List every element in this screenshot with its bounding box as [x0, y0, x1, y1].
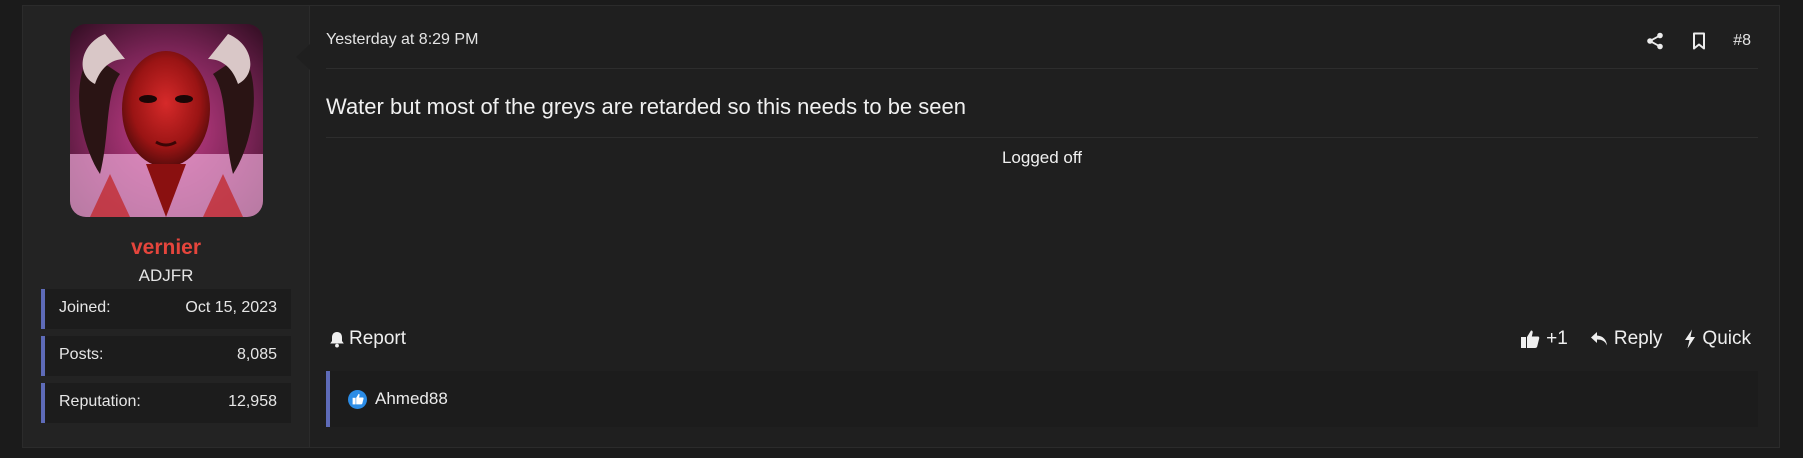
stat-label: Posts: — [59, 346, 104, 363]
reply-label: Reply — [1613, 328, 1663, 349]
avatar-image — [70, 24, 263, 217]
post-footer-actions: +1 Reply Quick — [1520, 328, 1751, 350]
user-title: ADJFR — [138, 266, 194, 285]
report-button[interactable]: Report — [329, 328, 406, 350]
post-number-link[interactable]: #8 — [1733, 32, 1751, 50]
username[interactable]: vernier — [23, 236, 309, 260]
reactions-bar: Ahmed88 — [326, 371, 1758, 427]
lightning-icon — [1685, 329, 1696, 349]
stat-reputation: Reputation: 12,958 — [41, 383, 291, 423]
bookmark-icon[interactable] — [1689, 31, 1709, 51]
signature-divider — [326, 137, 1758, 138]
like-reaction-icon — [348, 389, 367, 409]
reply-button[interactable]: Reply — [1590, 328, 1663, 350]
stat-value: 12,958 — [228, 393, 277, 410]
avatar[interactable] — [70, 24, 263, 217]
stat-label: Reputation: — [59, 393, 141, 410]
post-date[interactable]: Yesterday at 8:29 PM — [326, 31, 478, 49]
thumbs-up-icon — [1521, 330, 1540, 348]
report-label: Report — [349, 328, 407, 349]
stat-value: Oct 15, 2023 — [185, 299, 277, 316]
stat-joined: Joined: Oct 15, 2023 — [41, 289, 291, 329]
post-header-actions: #8 — [1645, 28, 1751, 54]
like-button[interactable]: +1 — [1520, 328, 1568, 350]
post-signature: Logged off — [1001, 148, 1083, 167]
share-icon[interactable] — [1645, 31, 1665, 51]
stat-posts: Posts: 8,085 — [41, 336, 291, 376]
stat-value: 8,085 — [236, 346, 277, 363]
reply-icon — [1590, 332, 1607, 346]
forum-post: vernier ADJFR Joined: Oct 15, 2023 Posts… — [22, 5, 1780, 448]
like-count: +1 — [1546, 328, 1568, 349]
stat-label: Joined: — [59, 299, 111, 316]
quick-reply-button[interactable]: Quick — [1684, 328, 1751, 350]
post-pointer-arrow — [296, 44, 310, 70]
user-info-column: vernier ADJFR Joined: Oct 15, 2023 Posts… — [23, 6, 310, 447]
quick-label: Quick — [1702, 328, 1751, 349]
bell-icon — [330, 331, 344, 347]
post-message: Water but most of the greys are retarded… — [326, 94, 966, 119]
reaction-user-link[interactable]: Ahmed88 — [375, 389, 448, 409]
header-divider — [326, 68, 1758, 69]
